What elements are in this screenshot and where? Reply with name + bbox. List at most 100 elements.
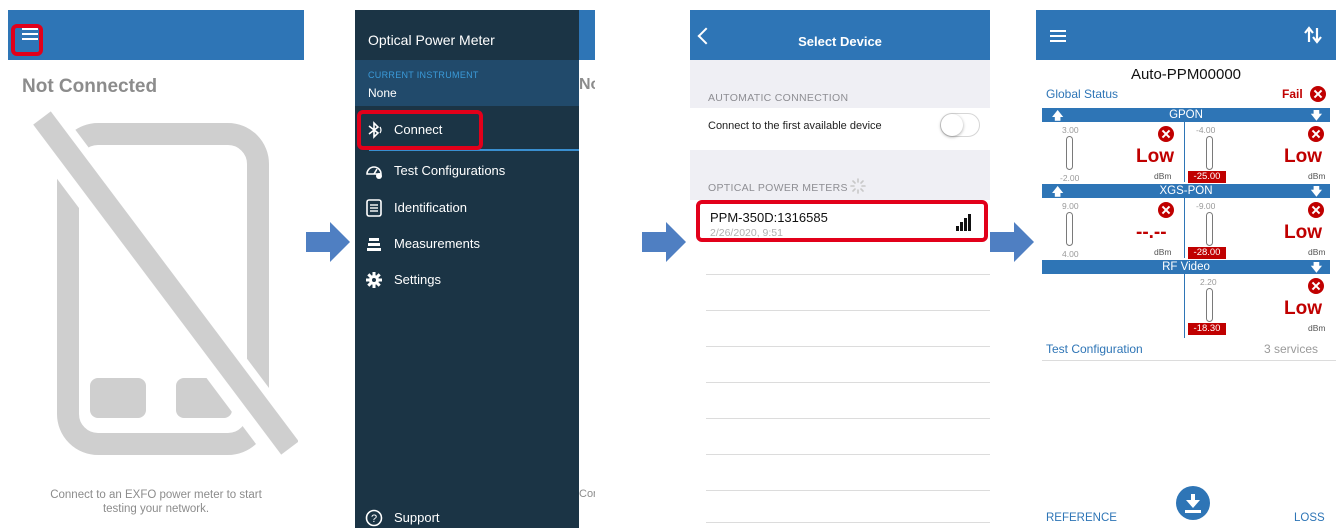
service-band-rf-video: RF Video 🡇: [1042, 260, 1330, 274]
menu-item-settings[interactable]: Settings: [365, 268, 575, 292]
unit-label: dBm: [1308, 247, 1326, 257]
downstream-reading: -28.00: [1188, 247, 1226, 259]
service-band-gpon: 🡅 GPON 🡇: [1042, 108, 1330, 122]
downstream-arrow-icon: 🡇: [1310, 110, 1322, 122]
upstream-min: -2.00: [1060, 173, 1080, 183]
upstream-max: 3.00: [1062, 125, 1079, 135]
upstream-max: 9.00: [1062, 201, 1079, 211]
loading-spinner-icon: [850, 178, 866, 194]
top-bar: [8, 10, 304, 60]
fail-icon: [1308, 278, 1324, 294]
level-gauge: [1206, 212, 1213, 246]
menu-item-test-configurations[interactable]: Test Configurations: [365, 159, 575, 183]
service-band-xgs-pon: 🡅 XGS-PON 🡇: [1042, 184, 1330, 198]
peek-top-bar: [579, 10, 595, 60]
menu-label: Support: [394, 510, 440, 525]
instrument-title: Auto-PPM00000: [1130, 66, 1242, 83]
id-list-icon: [366, 199, 382, 217]
drawer-title: Optical Power Meter: [368, 32, 495, 48]
downstream-arrow-icon: 🡇: [1310, 262, 1322, 274]
divider: [706, 522, 990, 523]
upstream-value: --.--: [1136, 222, 1167, 243]
menu-item-identification[interactable]: Identification: [365, 196, 575, 220]
hamburger-menu-icon[interactable]: [1050, 30, 1066, 45]
gear-icon: [366, 272, 382, 288]
service-name: RF Video: [1162, 261, 1210, 273]
nav-drawer: Optical Power Meter CURRENT INSTRUMENT N…: [355, 10, 579, 528]
screen-measurements: Auto-PPM00000 Global Status Fail 🡅 GPON 🡇 …: [1036, 10, 1336, 528]
upstream-min: 4.00: [1062, 249, 1079, 259]
downstream-max: 2.20: [1200, 277, 1217, 287]
current-instrument: CURRENT INSTRUMENT None: [355, 60, 579, 106]
fail-icon: [1308, 202, 1324, 218]
separator: [1184, 274, 1185, 338]
peek-footer: Conn: [579, 488, 595, 500]
highlight-connect: [357, 110, 483, 150]
unit-label: dBm: [1154, 247, 1172, 257]
downstream-max: -4.00: [1196, 125, 1216, 135]
loss-button[interactable]: LOSS: [1294, 512, 1325, 524]
highlight-menu-button: [11, 24, 43, 56]
screen-select-device: Select Device AUTOMATIC CONNECTION Conne…: [690, 10, 990, 528]
top-bar: Select Device: [690, 10, 990, 60]
downstream-value: Low: [1284, 298, 1322, 319]
page-title: Not Connected: [22, 76, 158, 97]
downstream-reading: -25.00: [1188, 171, 1226, 183]
menu-item-measurements[interactable]: Measurements: [365, 232, 575, 256]
menu-label: Test Configurations: [394, 163, 506, 178]
step-arrow-icon: [990, 222, 1034, 262]
downstream-max: -9.00: [1196, 201, 1216, 211]
divider: [706, 274, 990, 275]
test-configuration-value: 3 services: [1264, 342, 1319, 356]
level-gauge: [1206, 288, 1213, 322]
screen-menu-drawer: Optical Power Meter CURRENT INSTRUMENT N…: [355, 10, 595, 528]
peek-title: Not C: [579, 76, 595, 93]
menu-label: Identification: [394, 200, 467, 215]
reference-button[interactable]: REFERENCE: [1046, 512, 1117, 524]
fail-icon: [1158, 202, 1174, 218]
auto-connection-label: AUTOMATIC CONNECTION: [708, 92, 849, 104]
connect-hint: Connect to an EXFO power meter to start …: [8, 488, 304, 516]
test-configuration-label[interactable]: Test Configuration: [1046, 342, 1143, 356]
gauge-icon: [366, 166, 382, 179]
divider: [706, 346, 990, 347]
sort-arrows-icon[interactable]: [1304, 26, 1322, 44]
divider: [706, 418, 990, 419]
service-name: XGS-PON: [1159, 185, 1213, 197]
unit-label: dBm: [1154, 171, 1172, 181]
underlying-screen-peek: Not C Conn: [579, 10, 595, 528]
downstream-reading: -18.30: [1188, 323, 1226, 335]
step-arrow-icon: [642, 222, 686, 262]
upstream-value: Low: [1136, 146, 1174, 167]
measurements-icon: [367, 238, 381, 251]
divider: [706, 382, 990, 383]
level-gauge: [1066, 136, 1073, 170]
divider: [1042, 360, 1336, 361]
level-gauge: [1066, 212, 1073, 246]
page-title: Select Device: [798, 34, 882, 49]
global-status-value: Fail: [1282, 87, 1303, 101]
no-device-icon: [30, 111, 298, 464]
auto-connect-toggle[interactable]: [940, 113, 980, 137]
screen-not-connected: Not Connected Connect to an EXFO power m…: [8, 10, 304, 528]
svg-text:?: ?: [371, 513, 377, 525]
divider: [706, 490, 990, 491]
step-arrow-icon: [306, 222, 350, 262]
downstream-value: Low: [1284, 146, 1322, 167]
download-button[interactable]: [1176, 486, 1210, 520]
fail-icon: [1308, 126, 1324, 142]
auto-connect-row-label: Connect to the first available device: [708, 120, 882, 132]
current-instrument-label: CURRENT INSTRUMENT: [368, 70, 479, 80]
upstream-arrow-icon: 🡅: [1052, 186, 1064, 198]
menu-item-support[interactable]: ? Support: [365, 506, 575, 528]
menu-label: Settings: [394, 272, 441, 287]
divider: [706, 310, 990, 311]
unit-label: dBm: [1308, 323, 1326, 333]
divider: [706, 454, 990, 455]
fail-icon: [1310, 86, 1326, 102]
separator: [1184, 122, 1185, 182]
highlight-device: [696, 200, 988, 242]
hint-line-1: Connect to an EXFO power meter to start: [50, 489, 262, 501]
service-name: GPON: [1169, 109, 1203, 121]
optical-power-meters-label: OPTICAL POWER METERS: [708, 182, 848, 194]
